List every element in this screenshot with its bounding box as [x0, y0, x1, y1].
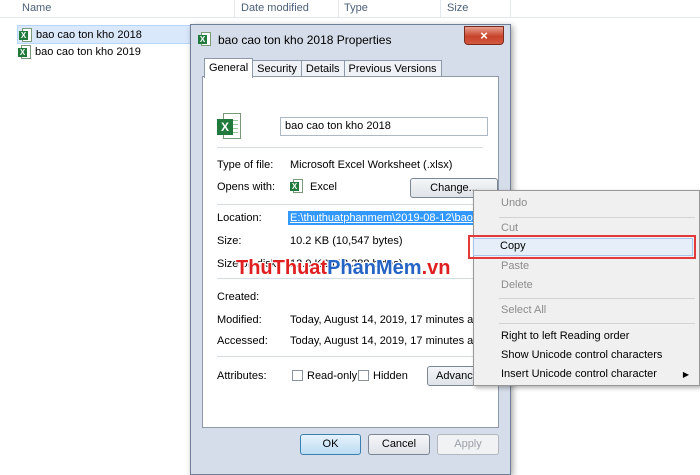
column-divider[interactable] — [234, 0, 235, 17]
excel-icon: X — [290, 179, 303, 193]
menu-item-show-unicode[interactable]: Show Unicode control characters — [474, 346, 699, 365]
properties-dialog: X bao cao ton kho 2018 Properties × Gene… — [190, 24, 511, 475]
menu-item-undo: Undo — [501, 197, 528, 209]
close-button[interactable]: × — [464, 26, 504, 45]
accessed-value: Today, August 14, 2019, 17 minutes ago — [290, 335, 486, 347]
dialog-titlebar[interactable]: X bao cao ton kho 2018 Properties × — [191, 25, 510, 54]
created-label: Created: — [217, 291, 260, 303]
excel-large-icon: X — [217, 113, 241, 139]
file-item-2019[interactable]: X bao cao ton kho 2019 — [17, 43, 204, 60]
excel-icon: X — [198, 32, 211, 46]
column-name[interactable]: Name — [22, 2, 51, 14]
file-name: bao cao ton kho 2019 — [35, 45, 141, 58]
apply-button: Apply — [437, 434, 499, 455]
menu-item-label: Insert Unicode control character — [501, 368, 657, 380]
context-menu: Undo Cut Paste Delete Select All Right t… — [473, 190, 700, 386]
hidden-label: Hidden — [373, 370, 408, 382]
excel-file-icon: X — [18, 44, 31, 59]
size-value: 10.2 KB (10,547 bytes) — [290, 235, 403, 247]
ok-button[interactable]: OK — [300, 434, 361, 455]
column-header-bar: Name Date modified Type Size — [0, 0, 700, 18]
menu-item-delete: Delete — [501, 279, 533, 291]
column-divider[interactable] — [440, 0, 441, 17]
modified-value: Today, August 14, 2019, 17 minutes ago — [290, 314, 486, 326]
copy-highlight-box — [468, 235, 696, 259]
watermark-logo: ThuThuatPhanMem.vn — [236, 257, 451, 279]
menu-item-select-all: Select All — [501, 304, 547, 316]
opens-with-value: Excel — [310, 181, 337, 193]
divider — [217, 204, 483, 205]
opens-with-label: Opens with: — [217, 181, 276, 193]
type-label: Type of file: — [217, 159, 274, 171]
hidden-checkbox[interactable] — [358, 370, 369, 381]
column-divider[interactable] — [338, 0, 339, 17]
submenu-arrow-icon: ▶ — [682, 370, 689, 379]
modified-label: Modified: — [217, 314, 262, 326]
menu-item-rtl-reading-order[interactable]: Right to left Reading order — [474, 327, 699, 346]
menu-item-paste: Paste — [501, 260, 530, 272]
attributes-label: Attributes: — [217, 370, 267, 382]
file-name-input[interactable]: bao cao ton kho 2018 — [280, 117, 488, 136]
readonly-checkbox[interactable] — [292, 370, 303, 381]
readonly-label: Read-only — [307, 370, 358, 382]
menu-separator — [499, 298, 695, 299]
column-type[interactable]: Type — [344, 2, 368, 14]
file-item-2018[interactable]: X bao cao ton kho 2018 — [17, 25, 206, 44]
tab-strip: General Security Details Previous Versio… — [204, 58, 442, 78]
column-size[interactable]: Size — [447, 2, 468, 14]
cancel-button[interactable]: Cancel — [368, 434, 430, 455]
column-divider[interactable] — [510, 0, 511, 17]
column-date-modified[interactable]: Date modified — [241, 2, 309, 14]
location-value-selected[interactable]: E:\thuthuatphanmem\2019-08-12\baocaotonk… — [288, 211, 492, 225]
divider — [217, 147, 483, 148]
location-label: Location: — [217, 212, 262, 224]
general-panel: X bao cao ton kho 2018 Type of file: Mic… — [202, 76, 499, 428]
menu-item-insert-unicode[interactable]: Insert Unicode control character ▶ — [474, 365, 699, 384]
file-name: bao cao ton kho 2018 — [36, 28, 142, 41]
divider — [217, 356, 483, 357]
menu-separator — [499, 217, 695, 218]
accessed-label: Accessed: — [217, 335, 268, 347]
tab-general[interactable]: General — [204, 58, 254, 78]
menu-separator — [499, 323, 695, 324]
type-value: Microsoft Excel Worksheet (.xlsx) — [290, 159, 453, 171]
size-label: Size: — [217, 235, 242, 247]
excel-file-icon: X — [19, 27, 32, 42]
dialog-title: bao cao ton kho 2018 Properties — [218, 33, 392, 47]
